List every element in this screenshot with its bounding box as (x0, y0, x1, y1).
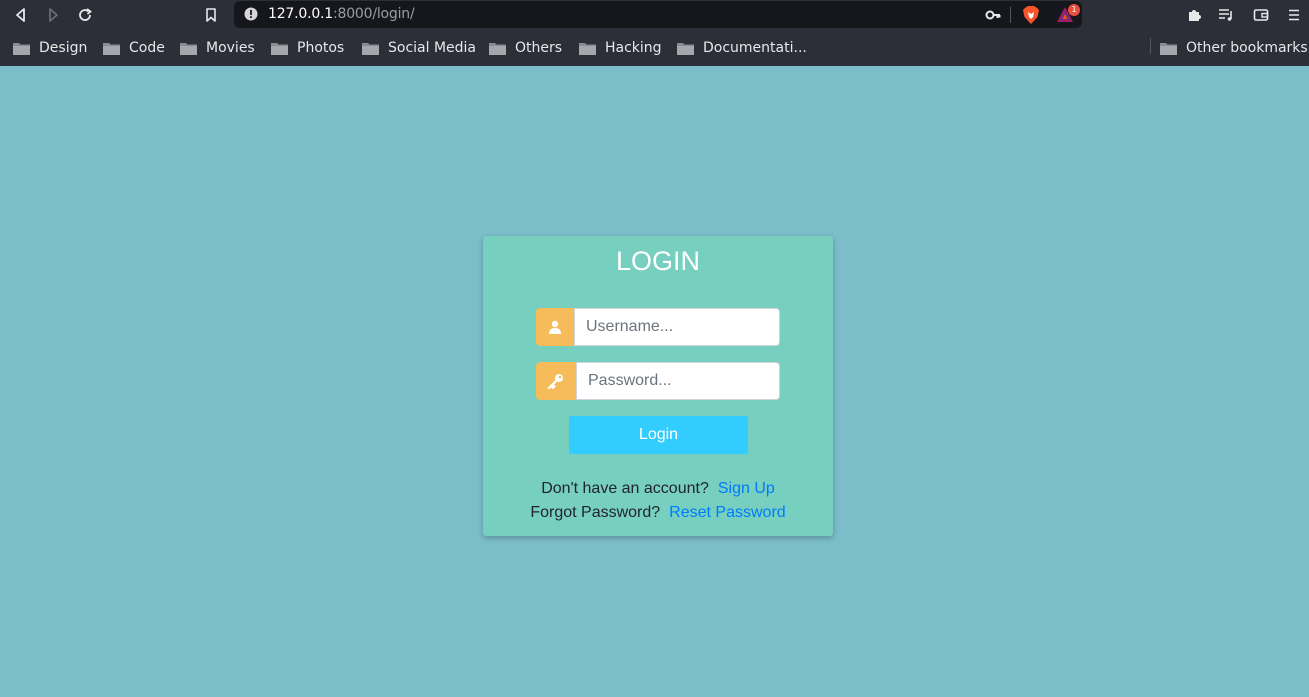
playlist-icon (1219, 9, 1232, 21)
login-card: LOGIN Login Don't have an account? Sign U… (483, 236, 833, 536)
bookmark-folder-photos[interactable]: Photos (271, 38, 344, 58)
reset-password-link[interactable]: Reset Password (669, 504, 786, 521)
forward-arrow-icon (49, 8, 58, 22)
folder-icon (362, 42, 379, 55)
bookmark-folder-hacking[interactable]: Hacking (579, 38, 662, 58)
forward-button[interactable] (42, 4, 64, 26)
user-icon (549, 320, 561, 334)
bookmark-label: Movies (206, 40, 255, 56)
puzzle-piece-icon (1189, 10, 1201, 21)
bookmark-label: Documentati... (703, 40, 807, 56)
folder-icon (489, 42, 506, 55)
folder-icon (1160, 42, 1177, 55)
password-addon (536, 362, 576, 400)
page-content: LOGIN Login Don't have an account? Sign U… (0, 66, 1309, 697)
username-input[interactable] (574, 308, 780, 346)
bookmark-label: Code (129, 40, 165, 56)
bookmark-label: Design (39, 40, 88, 56)
bookmarks-bar: Design Code Movies Photos Social Media O… (0, 30, 1309, 66)
bookmark-label: Photos (297, 40, 345, 56)
bookmark-folder-social-media[interactable]: Social Media (362, 38, 476, 58)
password-key-icon[interactable] (984, 6, 1002, 24)
browser-toolbar: 127.0.0.1:8000/login/ 1 (0, 0, 1309, 30)
url-text: 127.0.0.1:8000/login/ (268, 6, 415, 22)
bookmark-folder-movies[interactable]: Movies (180, 38, 255, 58)
media-playlist-button[interactable] (1215, 4, 1237, 26)
back-button[interactable] (10, 4, 32, 26)
username-addon (536, 308, 574, 346)
rewards-badge: 1 (1068, 4, 1080, 16)
login-title: LOGIN (615, 246, 701, 276)
site-info-icon[interactable] (244, 7, 258, 21)
reset-line: Forgot Password? Reset Password (483, 504, 833, 522)
other-bookmarks-folder[interactable]: Other bookmarks (1160, 38, 1308, 58)
folder-icon (13, 42, 30, 55)
bookmark-folder-others[interactable]: Others (489, 38, 562, 58)
address-bar[interactable]: 127.0.0.1:8000/login/ 1 (234, 1, 1082, 28)
hamburger-menu-icon (1289, 9, 1299, 21)
main-menu-button[interactable] (1283, 4, 1305, 26)
key-icon (547, 374, 563, 389)
wallet-icon (1253, 9, 1269, 21)
password-input[interactable] (576, 362, 780, 400)
bookmarks-divider (1150, 38, 1151, 54)
bookmark-icon (206, 8, 216, 22)
address-bar-divider (1010, 7, 1011, 23)
forgot-prompt: Forgot Password? (530, 504, 661, 521)
bookmark-label: Others (515, 40, 563, 56)
brave-shields-icon[interactable] (1022, 5, 1040, 25)
bookmark-folder-design[interactable]: Design (13, 38, 87, 58)
extensions-button[interactable] (1183, 4, 1205, 26)
password-group (536, 362, 780, 400)
bookmark-label: Hacking (605, 40, 662, 56)
bookmark-page-button[interactable] (200, 4, 222, 26)
back-arrow-icon (16, 8, 25, 22)
bookmark-label: Other bookmarks (1186, 40, 1308, 56)
signup-line: Don't have an account? Sign Up (483, 480, 833, 498)
signup-link[interactable]: Sign Up (718, 480, 775, 497)
folder-icon (271, 42, 288, 55)
bookmark-label: Social Media (388, 40, 477, 56)
browser-chrome: 127.0.0.1:8000/login/ 1 Design Code Movi… (0, 0, 1309, 66)
wallet-button[interactable] (1250, 4, 1272, 26)
folder-icon (579, 42, 596, 55)
url-host: 127.0.0.1 (268, 6, 333, 22)
folder-icon (180, 42, 197, 55)
bookmark-folder-code[interactable]: Code (103, 38, 165, 58)
reload-icon (79, 8, 92, 21)
folder-icon (103, 42, 120, 55)
url-path: :8000/login/ (333, 6, 415, 22)
login-button[interactable]: Login (569, 416, 748, 454)
folder-icon (677, 42, 694, 55)
signup-prompt: Don't have an account? (541, 480, 709, 497)
bookmark-folder-documentation[interactable]: Documentati... (677, 38, 807, 58)
username-group (536, 308, 780, 346)
reload-button[interactable] (74, 4, 96, 26)
